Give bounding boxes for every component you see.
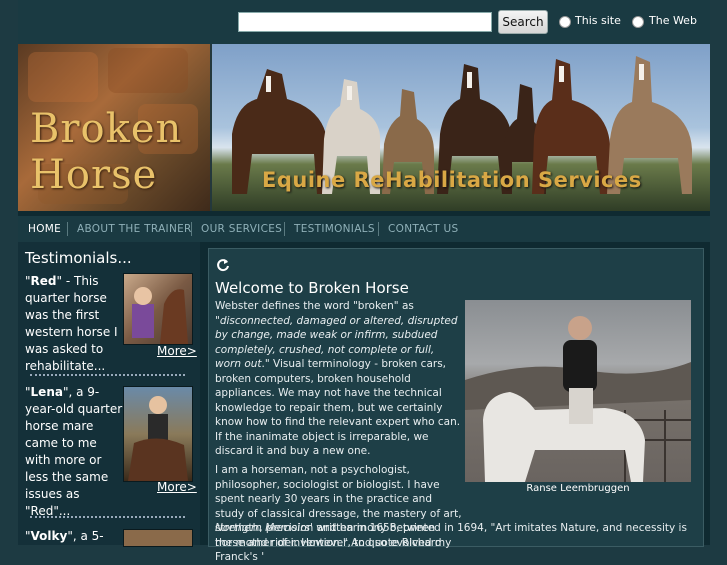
banner: Broken Horse Equine ReHabilitation Servi…: [18, 44, 710, 211]
nav-contact-us[interactable]: CONTACT US: [388, 223, 458, 235]
about-paragraph-continued: Northern Memoirs' written in 1658, print…: [215, 521, 695, 550]
testimonial-lena: "Lena", a 9-year-old quarter horse mare …: [25, 385, 123, 518]
nav-testimonials[interactable]: TESTIMONIALS: [294, 223, 375, 235]
nav-divider: [284, 222, 285, 236]
page-title: Welcome to Broken Horse: [215, 279, 409, 297]
nav-divider: [378, 222, 379, 236]
logo-horse-text: Horse: [30, 152, 158, 198]
testimonial-red-name: Red: [30, 274, 57, 288]
testimonial-volky: "Volky", a 5-: [25, 529, 104, 543]
testimonial-lena-more-link[interactable]: More>: [157, 480, 197, 494]
rider-illustration: [132, 287, 188, 344]
testimonial-red-photo: [123, 273, 193, 345]
nav-divider: [191, 222, 192, 236]
trainer-photo-caption: Ranse Leembruggen: [526, 483, 630, 494]
the-web-radio[interactable]: [632, 16, 644, 28]
testimonial-volky-text: , a 5-: [72, 529, 104, 543]
this-site-radio[interactable]: [559, 16, 571, 28]
testimonial-lena-name: Lena: [30, 385, 63, 399]
trainer-illustration: [465, 316, 691, 482]
testimonials-sidebar: Testimonials... "Red" - This quarter hor…: [18, 242, 200, 547]
about-book-title: Northern Memoirs: [215, 522, 311, 534]
rider-illustration: [128, 396, 188, 481]
intro-text-b: ." Visual terminology - broken cars, bro…: [215, 358, 461, 457]
nav-about-the-trainer[interactable]: ABOUT THE TRAINER: [77, 223, 192, 235]
refresh-icon[interactable]: [216, 258, 230, 276]
nav-divider: [67, 222, 68, 236]
testimonial-red-more-link[interactable]: More>: [157, 344, 197, 358]
testimonial-lena-text: , a 9-year-old quarter horse mare came t…: [25, 385, 123, 518]
intro-paragraph: Webster defines the word "broken" as "di…: [215, 299, 463, 459]
logo[interactable]: Broken Horse: [18, 44, 210, 211]
testimonial-volky-photo: [123, 529, 193, 547]
banner-horses-photo: Equine ReHabilitation Services: [212, 44, 710, 211]
nav-home[interactable]: HOME: [28, 223, 61, 235]
main-nav: HOME ABOUT THE TRAINER OUR SERVICES TEST…: [18, 216, 710, 242]
trainer-photo: [465, 300, 691, 482]
sidebar-title: Testimonials...: [25, 249, 132, 267]
testimonial-volky-name: Volky: [30, 529, 68, 543]
the-web-label: The Web: [649, 14, 697, 27]
search-button[interactable]: Search: [498, 10, 548, 34]
main-content: Welcome to Broken Horse Webster defines …: [208, 248, 704, 563]
this-site-label: This site: [575, 14, 621, 27]
banner-tagline: Equine ReHabilitation Services: [262, 168, 642, 192]
testimonial-red: "Red" - This quarter horse was the first…: [25, 274, 118, 373]
search-input[interactable]: [238, 12, 492, 32]
testimonial-lena-photo: [123, 386, 193, 482]
testimonial-divider: [30, 516, 185, 518]
testimonial-red-text: - This quarter horse was the first weste…: [25, 274, 118, 373]
page: Search This site The Web Broken Horse Eq…: [18, 0, 710, 563]
logo-broken-text: Broken: [30, 106, 183, 152]
search-bar: Search This site The Web: [18, 0, 710, 44]
testimonial-divider: [30, 374, 185, 376]
nav-our-services[interactable]: OUR SERVICES: [201, 223, 282, 235]
